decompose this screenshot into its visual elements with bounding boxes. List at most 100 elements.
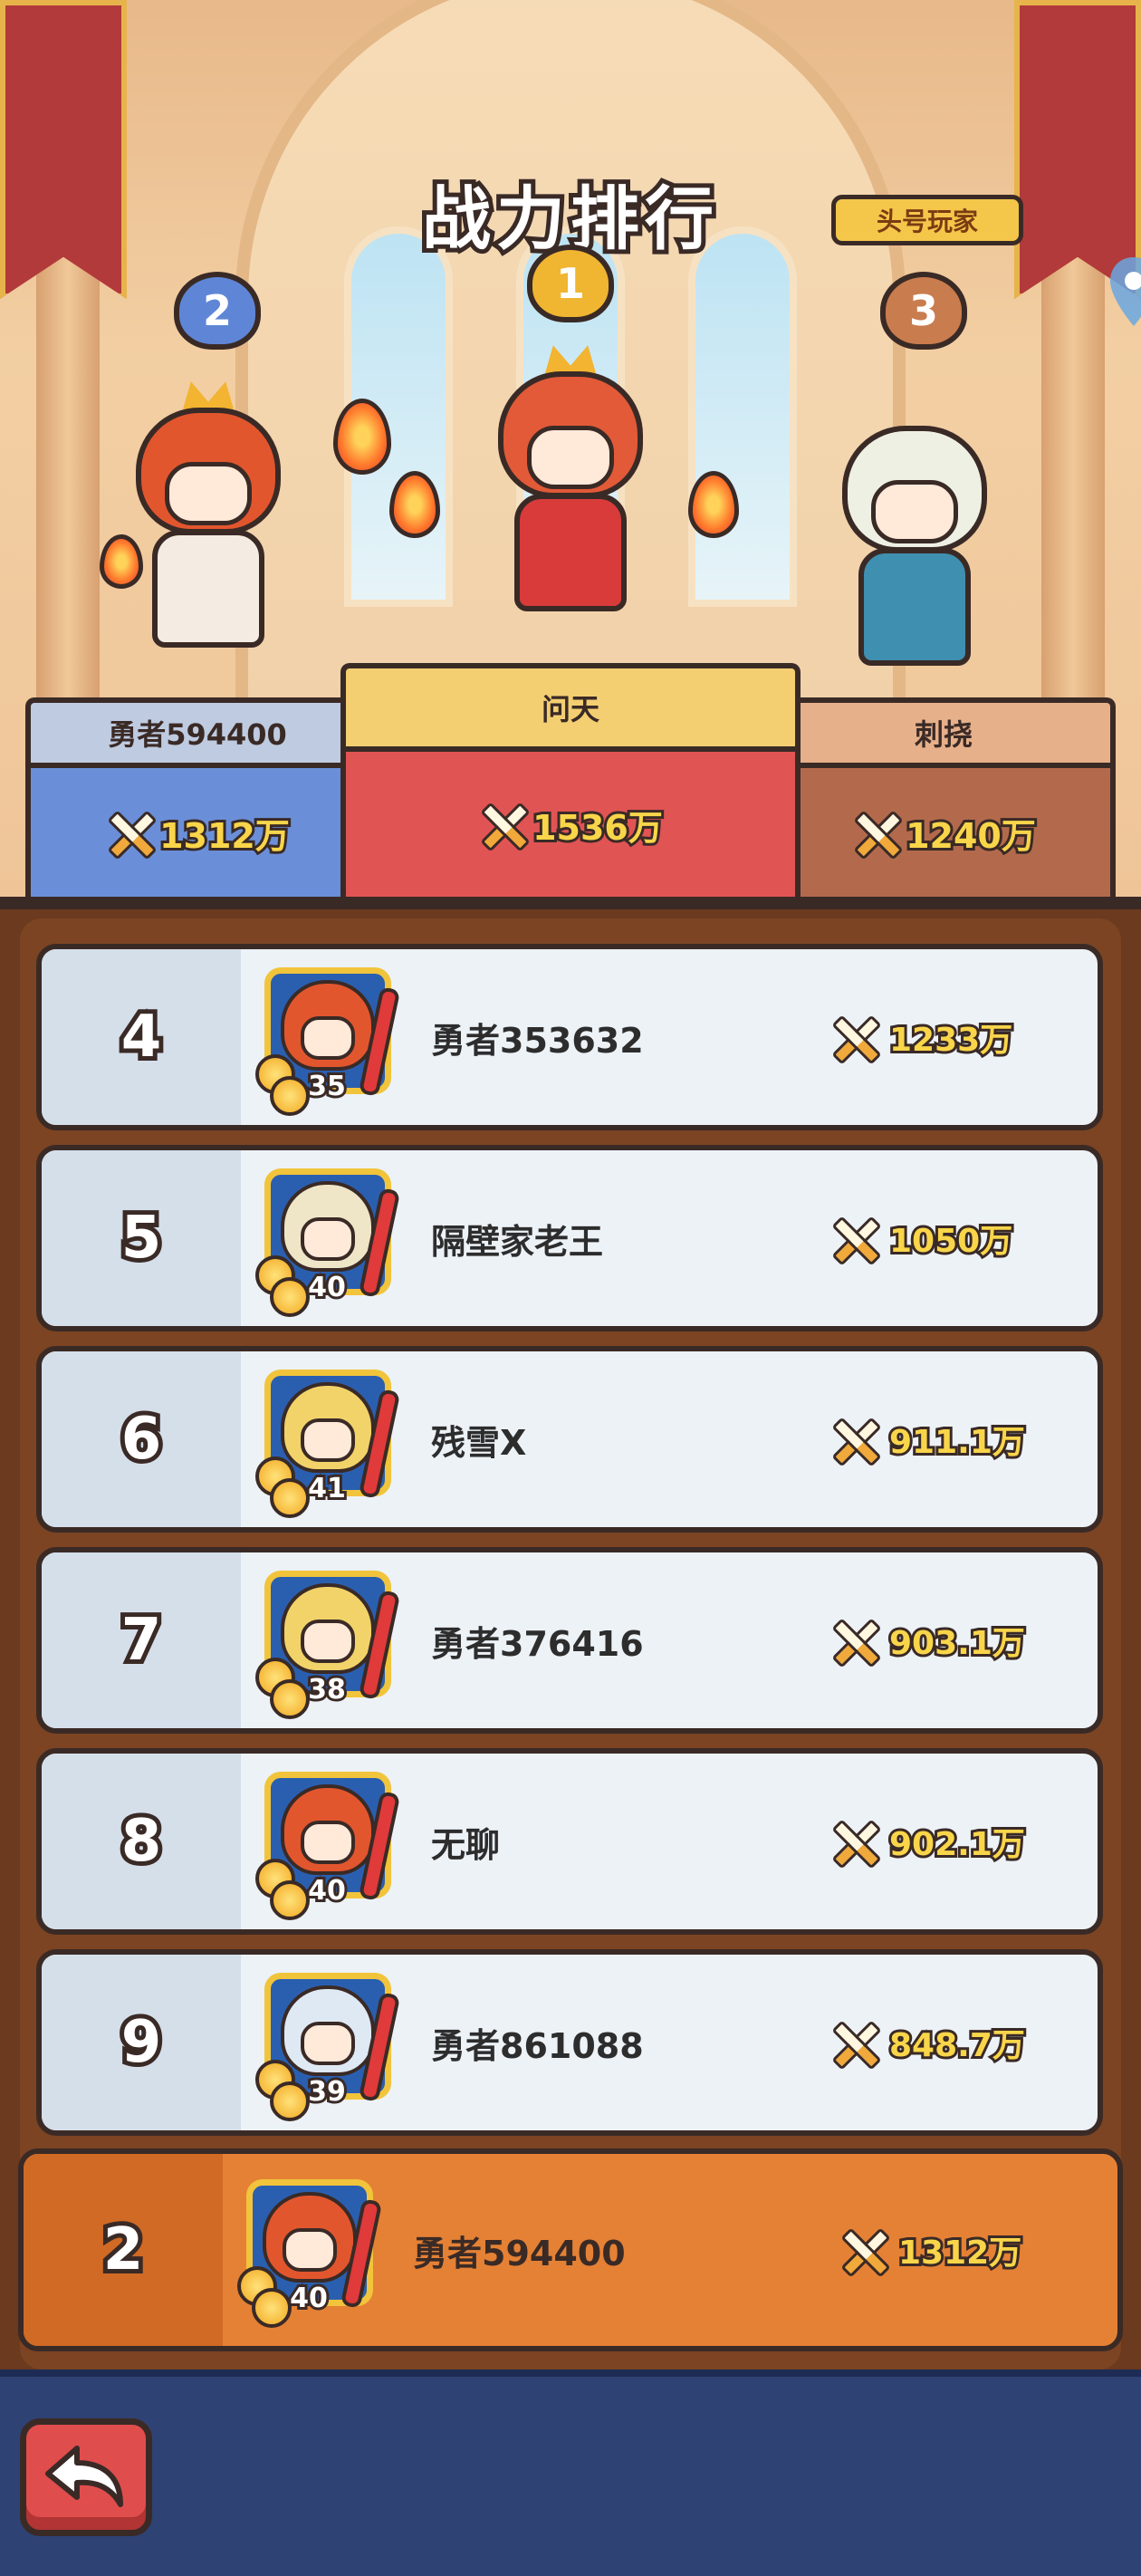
power-value: 1312万 (896, 2232, 1024, 2274)
player-avatar[interactable]: 40 (237, 2176, 383, 2328)
hero-body (152, 530, 264, 648)
map-pin-icon[interactable] (1107, 254, 1141, 335)
player-name: 问天 (541, 692, 599, 726)
avatar-face (301, 1620, 355, 1663)
rank-badge-1: 1 (527, 245, 614, 322)
bottom-bar (0, 2369, 1141, 2576)
ranking-row[interactable]: 6 41 残雪X 911.1万 (36, 1346, 1103, 1533)
player-name: 刺挠 (914, 717, 973, 752)
player-avatar[interactable]: 38 (255, 1567, 401, 1719)
hero-body (514, 494, 627, 611)
podium-third[interactable]: 刺挠 1240万 (772, 697, 1116, 897)
ranking-row[interactable]: 7 38 勇者376416 903.1万 (36, 1547, 1103, 1734)
top-player-badge: 头号玩家 (831, 195, 1023, 245)
rank-number: 3 (908, 286, 938, 335)
rank-number: 5 (42, 1150, 241, 1326)
avatar-face (301, 1418, 355, 1462)
crossed-swords-icon (839, 2226, 886, 2273)
player-power: 848.7万 (829, 1955, 1028, 2130)
player-level: 40 (305, 1872, 349, 1909)
crossed-swords-icon (829, 1416, 877, 1463)
hero-avatar-2[interactable] (109, 371, 308, 670)
hero-face (165, 462, 252, 525)
player-name: 勇者861088 (431, 2025, 644, 2066)
podium-hall: 战力排行 2 1 3 头号玩家 勇者594400 1312万 问天 1536万 … (0, 0, 1141, 897)
player-level: 35 (305, 1068, 349, 1105)
player-power: 902.1万 (829, 1754, 1028, 1929)
hero-body (858, 548, 971, 666)
ranking-row[interactable]: 4 35 勇者353632 1233万 (36, 944, 1103, 1130)
power-value: 848.7万 (887, 2024, 1028, 2067)
hero-face (871, 480, 958, 543)
crossed-swords-icon (478, 801, 525, 848)
power-value: 1240万 (903, 813, 1039, 859)
player-avatar[interactable]: 41 (255, 1366, 401, 1518)
player-name: 隔壁家老王 (431, 1221, 604, 1262)
player-avatar[interactable]: 40 (255, 1768, 401, 1920)
crossed-swords-icon (829, 1215, 877, 1262)
podium-second[interactable]: 勇者594400 1312万 (25, 697, 369, 897)
power-value: 903.1万 (887, 1622, 1028, 1665)
player-power: 903.1万 (829, 1552, 1028, 1728)
window (688, 226, 797, 607)
rank-badge-2: 2 (174, 272, 261, 350)
avatar-face (301, 1016, 355, 1060)
ranking-row[interactable]: 9 39 勇者861088 848.7万 (36, 1949, 1103, 2136)
crossed-swords-icon (829, 2019, 877, 2066)
podium-name-plate: 勇者594400 (25, 697, 369, 763)
rank-number: 8 (42, 1754, 241, 1929)
rank-number: 1 (555, 259, 585, 308)
rank-badge-3: 3 (880, 272, 967, 350)
player-power: 911.1万 (829, 1351, 1028, 1527)
player-name: 无聊 (431, 1824, 501, 1865)
player-power: 1050万 (829, 1150, 1015, 1326)
rank-number: 2 (202, 286, 232, 335)
player-level: 39 (305, 2073, 349, 2110)
crossed-swords-icon (829, 1014, 877, 1061)
ranking-row[interactable]: 8 40 无聊 902.1万 (36, 1748, 1103, 1935)
crossed-swords-icon (105, 809, 152, 856)
podium-power: 1536万 (340, 746, 801, 897)
hero-avatar-3[interactable] (815, 389, 1014, 688)
podium-first[interactable]: 问天 1536万 (340, 663, 801, 897)
player-level: 40 (305, 1269, 349, 1306)
back-button[interactable] (20, 2418, 152, 2536)
player-name: 勇者376416 (431, 1623, 644, 1664)
power-value: 1233万 (887, 1019, 1015, 1062)
avatar-face (283, 2228, 337, 2272)
avatar-face (301, 1821, 355, 1864)
power-value: 1050万 (887, 1220, 1015, 1263)
player-avatar[interactable]: 35 (255, 964, 401, 1116)
crossed-swords-icon (829, 1617, 877, 1664)
rank-number: 7 (42, 1552, 241, 1728)
player-power: 1233万 (829, 949, 1015, 1125)
my-ranking-row[interactable]: 2 40 勇者594400 1312万 (18, 2148, 1123, 2351)
podium-name-plate: 问天 (340, 663, 801, 746)
player-name: 勇者594400 (108, 717, 287, 752)
rank-number: 2 (24, 2154, 223, 2346)
player-avatar[interactable]: 40 (255, 1165, 401, 1317)
podium-power: 1312万 (25, 763, 369, 897)
ranking-row[interactable]: 5 40 隔壁家老王 1050万 (36, 1145, 1103, 1331)
player-name: 勇者353632 (431, 1020, 644, 1061)
player-name: 残雪X (431, 1422, 527, 1463)
rank-number: 9 (42, 1955, 241, 2130)
player-level: 38 (305, 1671, 349, 1708)
power-value: 911.1万 (887, 1421, 1028, 1464)
power-value: 902.1万 (887, 1823, 1028, 1866)
podium-power: 1240万 (772, 763, 1116, 897)
player-power: 1312万 (839, 2154, 1024, 2346)
player-name: 勇者594400 (413, 2233, 626, 2273)
rank-number: 6 (42, 1351, 241, 1527)
podium-name-plate: 刺挠 (772, 697, 1116, 763)
crossed-swords-icon (851, 809, 898, 856)
avatar-face (301, 2022, 355, 2065)
crossed-swords-icon (829, 1818, 877, 1865)
rank-number: 4 (42, 949, 241, 1125)
power-value: 1536万 (530, 805, 666, 851)
player-level: 41 (305, 1470, 349, 1507)
player-avatar[interactable]: 39 (255, 1969, 401, 2121)
player-level: 40 (287, 2280, 331, 2317)
hero-avatar-1[interactable] (471, 335, 670, 634)
avatar-face (301, 1217, 355, 1261)
